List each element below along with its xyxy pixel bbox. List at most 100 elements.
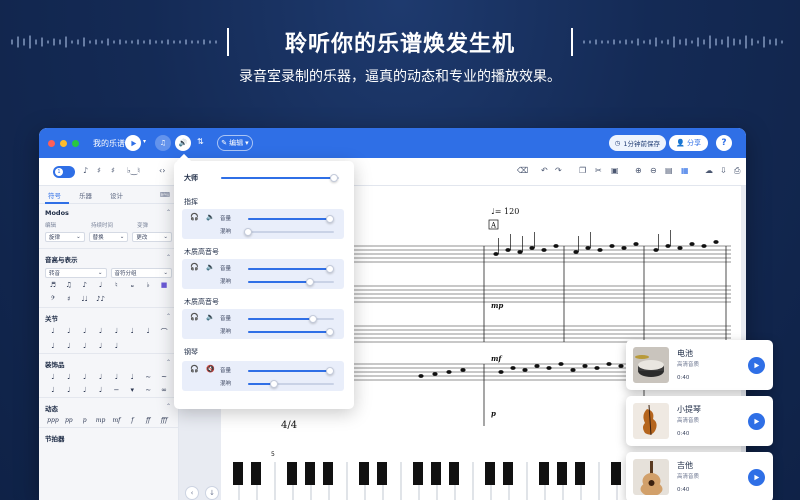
- speaker-mute-icon[interactable]: 🔈: [206, 213, 215, 221]
- change-select[interactable]: 更改 ⌄: [132, 232, 173, 242]
- collapse-icon[interactable]: ⌃: [166, 403, 171, 410]
- headphones-icon[interactable]: 🎧: [190, 263, 199, 271]
- headphones-icon[interactable]: 🎧: [190, 313, 199, 321]
- dynamic-p[interactable]: p: [77, 417, 93, 424]
- dynamic-mf[interactable]: mf: [109, 417, 125, 424]
- master-volume-slider[interactable]: [221, 174, 339, 182]
- mixer-button[interactable]: 🔊: [175, 135, 191, 151]
- cloud-icon[interactable]: ☁: [705, 166, 713, 175]
- note-glyph-icon[interactable]: ♬: [45, 281, 61, 290]
- volume-slider[interactable]: [248, 315, 334, 323]
- speaker-mute-icon[interactable]: 🔈: [206, 313, 215, 321]
- instrument-card-guitar[interactable]: 吉他 高清音质 0:40: [626, 452, 773, 500]
- note-glyph-icon[interactable]: 𝄢: [45, 295, 61, 304]
- note-glyph-icon[interactable]: ♩♩: [77, 295, 93, 304]
- export-icon[interactable]: ⇩: [720, 166, 727, 175]
- play-button[interactable]: [125, 135, 141, 151]
- master-volume-knob[interactable]: [330, 174, 339, 182]
- headphones-icon[interactable]: 🎧: [190, 365, 199, 373]
- note-glyph-icon[interactable]: 𝄪: [124, 281, 140, 290]
- master-volume-fill: [221, 177, 335, 179]
- note-group-select[interactable]: 音符分组 ⌄: [110, 268, 172, 278]
- layout-icon[interactable]: ▤: [665, 166, 673, 175]
- transpose-icon[interactable]: ⇅: [197, 137, 204, 146]
- headphones-icon[interactable]: 🎧: [190, 213, 199, 221]
- help-button[interactable]: ?: [716, 135, 732, 151]
- collapse-icon[interactable]: ⌃: [166, 313, 171, 320]
- undo-icon[interactable]: ↶: [541, 166, 548, 175]
- note-glyph-icon[interactable]: ♩: [93, 281, 109, 290]
- delete-icon[interactable]: ⌫: [517, 166, 528, 175]
- tie-icon[interactable]: ‹›: [159, 166, 165, 175]
- transpose-select[interactable]: 转音 ⌄: [45, 268, 107, 278]
- dynamics-glyphs: ppp pp p mp mf f ff fff: [45, 417, 172, 424]
- dynamic-mp[interactable]: mp: [93, 417, 109, 424]
- scroll-down-button[interactable]: ↓: [205, 486, 219, 500]
- instrument-card-drums[interactable]: 电池 高清音质 0:40: [626, 340, 773, 390]
- pitch-selects: 转音 ⌄ 音符分组 ⌄: [45, 268, 172, 278]
- note-glyph-icon[interactable]: ♭: [140, 281, 156, 290]
- duration-select[interactable]: 替换 ⌄: [88, 232, 129, 242]
- keyboard-icon[interactable]: ⌨: [160, 191, 170, 199]
- tab-symbols[interactable]: 符号: [39, 190, 70, 200]
- play-sample-button[interactable]: [748, 469, 765, 486]
- redo-icon[interactable]: ↷: [555, 166, 562, 175]
- metronome-button[interactable]: ♫: [155, 135, 171, 151]
- dynamic-pp[interactable]: pp: [61, 417, 77, 424]
- master-label: 大师: [184, 174, 198, 182]
- ornament-glyphs: ♩ ♩ ♩ ♩ ♩ ♩ ∼ ~ ♩ ♩ ♩ ♩ − ▾ ∼ ∞: [51, 373, 167, 394]
- reverb-slider[interactable]: [248, 328, 334, 336]
- collapse-icon[interactable]: ⌃: [166, 359, 171, 366]
- note-glyph-icon[interactable]: ♫: [61, 281, 77, 290]
- dynamic-ff[interactable]: ff: [140, 417, 156, 424]
- speaker-mute-icon[interactable]: 🔈: [206, 263, 215, 271]
- note-duration-icon[interactable]: ♪: [83, 166, 88, 175]
- piano-keyboard[interactable]: [221, 462, 661, 500]
- tab-design[interactable]: 设计: [101, 190, 132, 200]
- tuplet-icon[interactable]: ♭‿♮: [127, 166, 140, 175]
- note-glyph-icon[interactable]: ♪♪: [93, 295, 109, 304]
- sharp-accidental-icon[interactable]: ♯: [111, 166, 115, 175]
- reverb-slider[interactable]: [248, 278, 334, 286]
- volume-slider[interactable]: [248, 265, 334, 273]
- note-glyph-icon[interactable]: ♯: [61, 295, 77, 304]
- play-sample-button[interactable]: [748, 357, 765, 374]
- dynamic-f[interactable]: f: [124, 417, 140, 424]
- paste-icon[interactable]: ▣: [611, 166, 619, 175]
- copy-icon[interactable]: ❐: [579, 166, 586, 175]
- dynamic-fff[interactable]: fff: [156, 417, 172, 424]
- collapse-icon[interactable]: ⌃: [166, 209, 171, 216]
- zoom-out-icon[interactable]: ⊖: [650, 166, 657, 175]
- reverb-slider[interactable]: [248, 380, 334, 388]
- scroll-left-button[interactable]: ‹: [185, 486, 199, 500]
- share-button[interactable]: 👤 分享: [669, 135, 708, 151]
- instrument-card-violin[interactable]: 小提琴 高清音质 0:40: [626, 396, 773, 446]
- tab-instruments[interactable]: 乐器: [70, 190, 101, 200]
- sharp-icon[interactable]: ♯: [97, 166, 101, 175]
- reverb-slider[interactable]: [244, 228, 334, 236]
- note-glyph-icon[interactable]: ♪: [77, 281, 93, 290]
- group-label-woodwind-2: 木质高音号: [184, 298, 219, 306]
- instrument-name: 吉他: [677, 461, 693, 470]
- close-window-button[interactable]: [48, 139, 55, 147]
- mode-select[interactable]: 旋律 ⌄: [45, 232, 85, 242]
- note-glyph-icon[interactable]: ♮: [109, 281, 125, 290]
- piano-view-icon[interactable]: ▦: [681, 166, 689, 175]
- edit-mode-button[interactable]: ✎ 编辑 ▾: [217, 135, 253, 151]
- dynamic-ppp[interactable]: ppp: [45, 417, 61, 424]
- cut-icon[interactable]: ✂: [595, 166, 602, 175]
- minimize-window-button[interactable]: [60, 139, 67, 147]
- collapse-icon[interactable]: ⌃: [166, 254, 171, 261]
- play-sample-button[interactable]: [748, 413, 765, 430]
- speaker-muted-icon[interactable]: 🔇: [206, 365, 215, 373]
- volume-slider[interactable]: [248, 215, 334, 223]
- print-icon[interactable]: ⎙: [734, 166, 740, 176]
- left-panel: 符号 乐器 设计 ⌨ Modos ⌃ 编辑 持续时间 变弹 旋律 ⌄ 替换 ⌄ 更改…: [39, 186, 179, 500]
- zoom-window-button[interactable]: [72, 139, 79, 147]
- volume-slider[interactable]: [248, 367, 334, 375]
- instrument-duration: 0:40: [677, 431, 690, 437]
- play-options-chevron-icon[interactable]: ▾: [143, 138, 146, 145]
- zoom-in-icon[interactable]: ⊕: [635, 166, 642, 175]
- color-icon[interactable]: ■: [156, 281, 172, 290]
- voice-toggle[interactable]: 1: [53, 166, 75, 178]
